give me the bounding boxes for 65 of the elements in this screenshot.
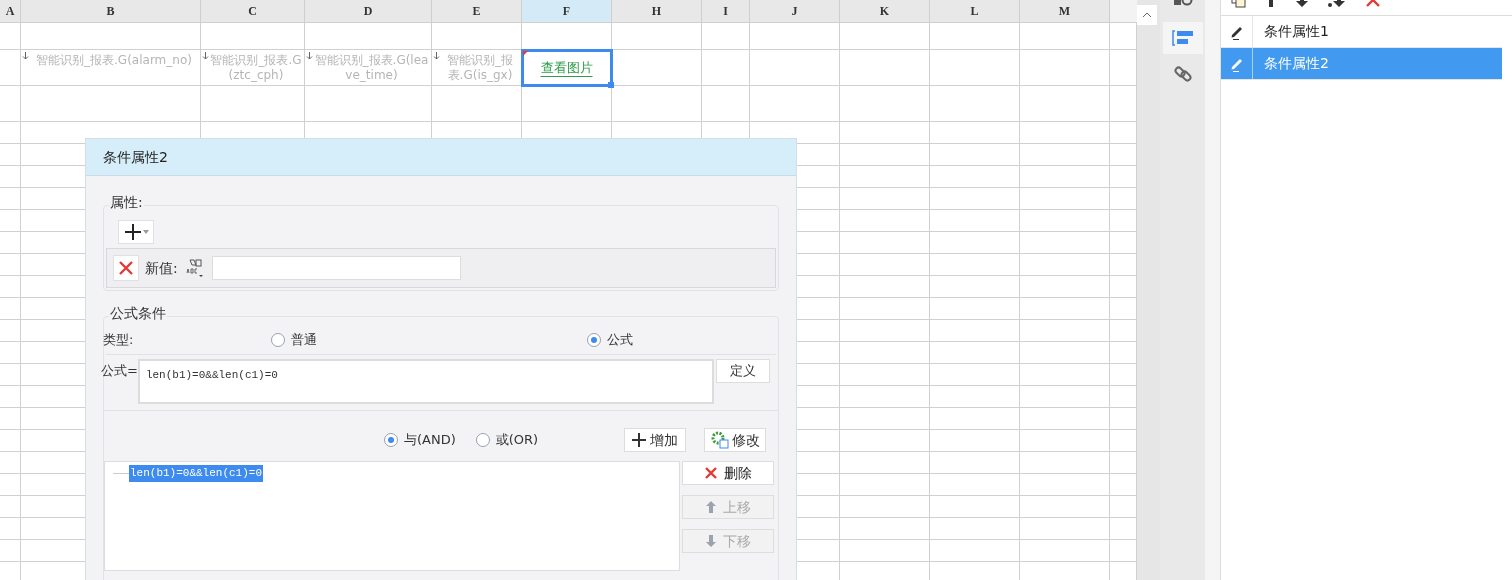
condition-label: 条件属性1 [1263, 22, 1329, 41]
radio-button[interactable] [475, 433, 490, 447]
radio-label: 或(OR) [495, 431, 539, 450]
cell-formula: 智能识别_报表.G(alarm_no) [36, 52, 192, 69]
formula-label: 公式= [101, 362, 138, 380]
grid-cell [0, 23, 21, 50]
gear-icon [710, 431, 729, 449]
column-header[interactable]: A [0, 0, 21, 23]
arrow-down-icon [202, 52, 209, 60]
scrollbar-track[interactable] [1137, 0, 1160, 580]
define-button[interactable]: 定义 [715, 359, 770, 383]
cell-formula: 智能识别_报表.G(ztc_cph) [210, 52, 302, 84]
condition-label: 条件属性2 [1263, 54, 1329, 73]
view-image-link[interactable]: 查看图片 [540, 58, 593, 85]
column-header[interactable]: C [201, 0, 305, 23]
column-header[interactable]: L [930, 0, 1020, 23]
arrow-up-icon [705, 500, 717, 514]
column-header[interactable]: J [750, 0, 840, 23]
new-value-input[interactable] [211, 256, 461, 280]
remove-button[interactable] [113, 255, 139, 281]
plus-icon [123, 223, 142, 241]
dialog-title: 条件属性2 [86, 139, 796, 176]
close-icon [118, 260, 134, 276]
column-header[interactable]: I [702, 0, 750, 23]
flag-icon [523, 51, 528, 56]
column-header[interactable]: M [1020, 0, 1110, 23]
radio-label: 普通 [291, 330, 317, 349]
modify-button[interactable]: 修改 [704, 428, 767, 452]
close-icon [704, 466, 718, 480]
radio-button[interactable] [587, 332, 601, 347]
fill-handle-icon[interactable] [608, 82, 614, 88]
radio-button[interactable] [271, 332, 285, 347]
grid-cell [0, 86, 21, 122]
radio-label: 与(AND) [404, 431, 456, 450]
arrow-down-icon [433, 52, 440, 60]
text-type-icon[interactable] [183, 257, 206, 279]
link-icon [1172, 64, 1193, 84]
column-header[interactable]: B [21, 0, 201, 23]
arrow-down-icon [306, 52, 313, 60]
column-header[interactable]: E [432, 0, 522, 23]
grid-cell [702, 23, 750, 50]
column-header[interactable]: F [522, 0, 612, 23]
side-tab[interactable] [1162, 22, 1203, 54]
add-dropdown-button[interactable] [118, 220, 154, 244]
grid-cell [0, 122, 21, 144]
grid-cell [702, 50, 750, 86]
chevron-up-icon [1142, 12, 1152, 18]
radio-button[interactable] [384, 433, 398, 447]
delete-button[interactable]: 删除 [682, 461, 774, 485]
column-header[interactable]: D [305, 0, 432, 23]
arrow-down-icon [705, 534, 717, 548]
radio-label: 公式 [607, 330, 633, 349]
column-header[interactable]: K [840, 0, 930, 23]
data-icon [1172, 0, 1193, 7]
list-icon [1171, 30, 1194, 46]
formula-input[interactable]: len(b1)=0&&len(c1)=0 [137, 359, 714, 404]
plus-icon [632, 433, 647, 447]
arrow-down-icon [22, 52, 29, 60]
column-header[interactable]: H [612, 0, 702, 23]
cell-formula: 智能识别_报表.G(is_gx) [446, 52, 514, 84]
add-button[interactable]: 增加 [624, 428, 687, 452]
cell-formula: 智能识别_报表.G(leave_time) [314, 52, 429, 84]
type-label: 类型: [103, 330, 135, 349]
new-value-label: 新值: [145, 258, 178, 278]
caret-icon [142, 230, 149, 234]
